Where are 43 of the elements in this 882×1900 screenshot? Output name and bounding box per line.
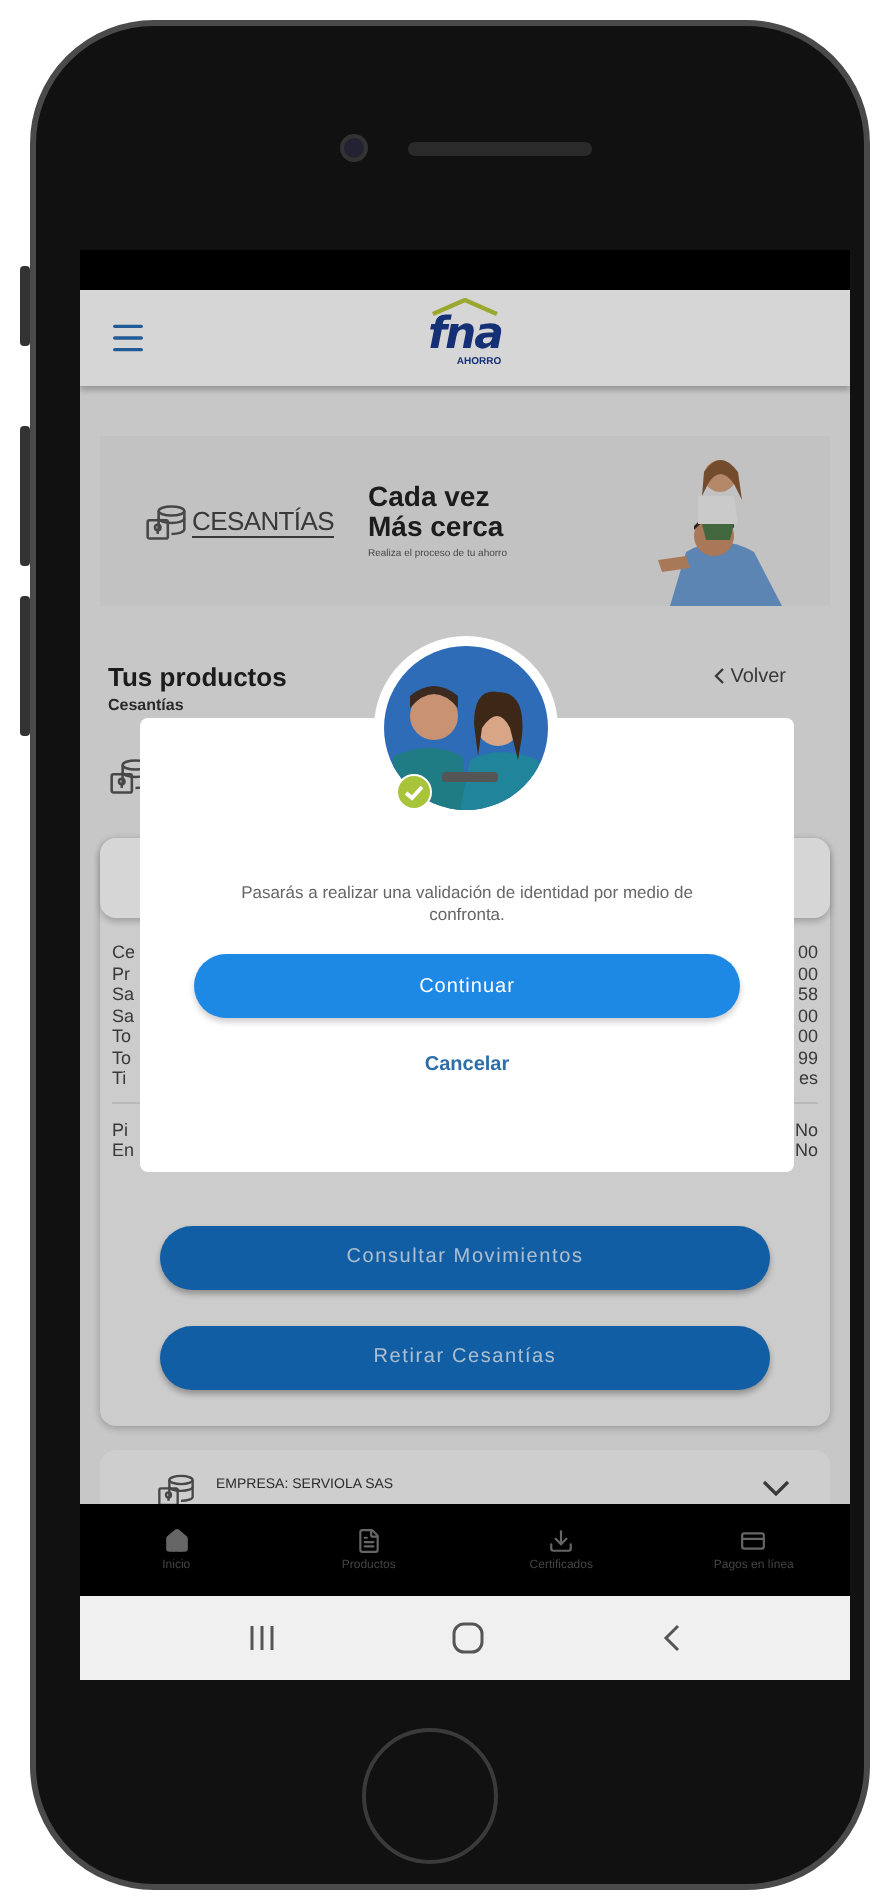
detail-label: Pr — [112, 963, 130, 984]
detail-value: 00 — [797, 942, 818, 963]
logo-text: fna — [427, 316, 503, 356]
banner-headline: Más cerca — [368, 512, 506, 542]
detail-value: 58 — [797, 984, 818, 1005]
detail-value: No — [794, 1119, 818, 1140]
document-icon — [355, 1528, 382, 1554]
action-button[interactable]: Consultar Movimientos — [160, 1225, 770, 1289]
detail-label: Ti — [112, 1068, 127, 1089]
section-title: Tus productos — [108, 662, 287, 692]
detail-label: To — [112, 1047, 132, 1068]
dialog-message: Pasarás a realizar una validación de identidad por medio de confronta. — [239, 882, 695, 926]
back-icon[interactable] — [661, 1624, 682, 1652]
detail-value: 00 — [797, 1005, 818, 1026]
detail-value: 00 — [797, 1026, 818, 1047]
download-icon — [548, 1528, 575, 1554]
recent-apps-icon[interactable] — [248, 1626, 277, 1650]
detail-label: Pi — [112, 1119, 129, 1140]
cancel-button[interactable]: Cancelar — [408, 1046, 526, 1084]
detail-value: No — [794, 1140, 818, 1161]
section-subtitle: Cesantías — [108, 696, 186, 714]
banner-headline: Cada vez — [368, 482, 492, 512]
detail-value: 00 — [797, 963, 818, 984]
roof-icon — [429, 298, 501, 316]
back-link[interactable]: Volver — [714, 662, 786, 690]
home-icon — [163, 1528, 190, 1554]
detail-label: To — [112, 1026, 132, 1047]
action-button[interactable]: Retirar Cesantías — [160, 1325, 770, 1389]
continue-button[interactable]: Continuar — [194, 954, 740, 1018]
chevron-left-icon — [714, 668, 725, 684]
home-icon[interactable] — [452, 1622, 485, 1654]
detail-label: Sa — [112, 984, 135, 1005]
brand-logo-text: CESANTÍAS — [192, 505, 334, 537]
card-icon — [740, 1528, 767, 1554]
detail-label: Sa — [112, 1005, 135, 1026]
detail-value: 99 — [797, 1047, 818, 1068]
detail-label: En — [112, 1140, 135, 1161]
detail-value: es — [798, 1068, 818, 1089]
safe-icon — [156, 1469, 196, 1504]
safe-icon — [144, 499, 188, 543]
detail-label: Ce — [112, 942, 136, 963]
camera-icon — [339, 134, 367, 162]
check-icon — [396, 774, 432, 810]
